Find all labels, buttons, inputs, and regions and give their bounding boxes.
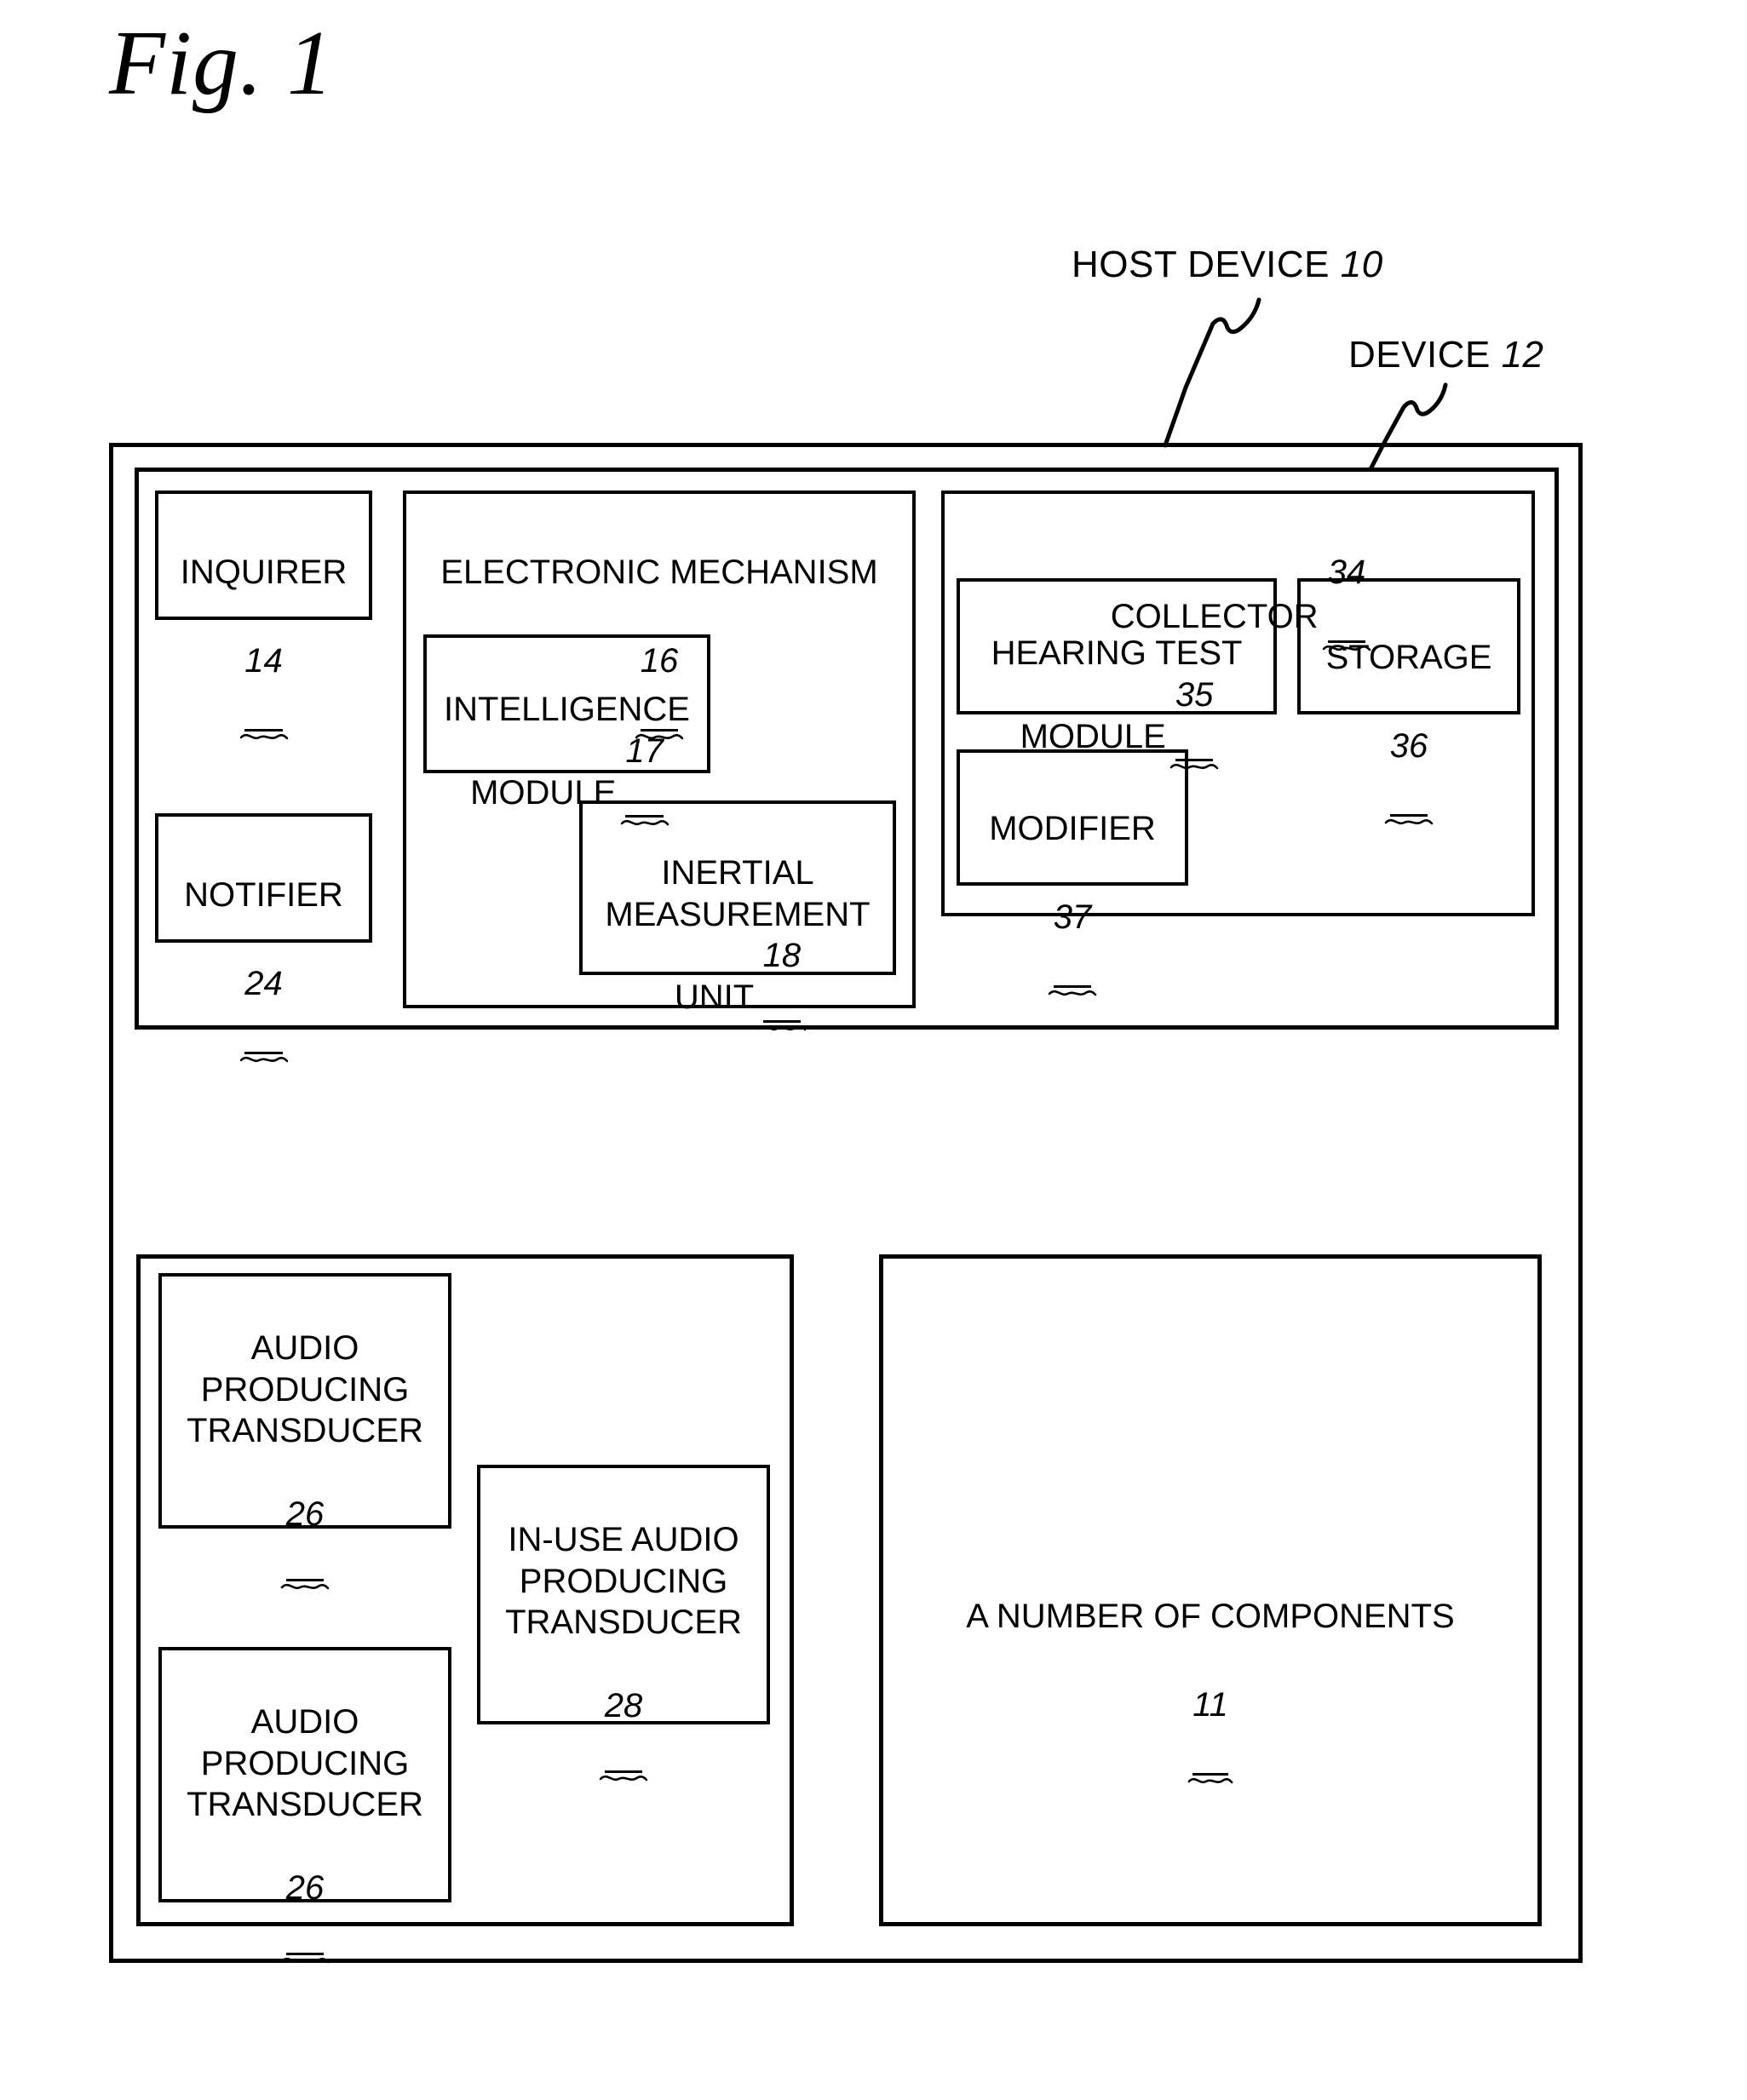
notifier-label-group: NOTIFIER 24 [155,829,372,1063]
inertial-measurement-unit-number: 18 [757,935,807,1031]
squiggle-icon [1187,1777,1233,1784]
squiggle-icon [1048,990,1097,996]
modifier-label-group: MODIFIER 37 [957,762,1188,996]
audio-transducer-top-label-group: AUDIO PRODUCING TRANSDUCER 26 [158,1286,451,1589]
audio-transducer-top-label: AUDIO PRODUCING TRANSDUCER [187,1328,423,1450]
lead-line-host-device [1163,297,1261,448]
intelligence-module-label-group: INTELLIGENCE MODULE 17 [423,647,710,826]
callout-device: DEVICE 12 [1348,334,1544,376]
squiggle-icon [599,1775,648,1781]
squiggle-icon [280,1583,330,1589]
audio-transducer-bottom-number: 26 [280,1868,330,1963]
storage-label-group: STORAGE 36 [1297,591,1520,825]
inertial-measurement-unit-label: INERTIAL MEASUREMENT UNIT [605,853,871,1017]
squiggle-icon [239,733,288,740]
figure-title: Fig. 1 [109,13,334,114]
inertial-measurement-unit-label-group: INERTIAL MEASUREMENT UNIT 18 [579,811,896,1031]
squiggle-icon [280,1957,330,1963]
audio-transducer-bottom-label: AUDIO PRODUCING TRANSDUCER [187,1702,423,1824]
callout-device-label: DEVICE [1348,334,1491,376]
hearing-test-module-label-group: HEARING TEST MODULE 35 [957,591,1277,770]
components-label-group: A NUMBER OF COMPONENTS 11 [879,1550,1542,1784]
inquirer-label-group: INQUIRER 14 [155,506,372,740]
modifier-number: 37 [1048,895,1097,996]
callout-device-number: 12 [1501,334,1544,376]
in-use-transducer-number: 28 [599,1685,648,1781]
patent-figure-page: Fig. 1 HOST DEVICE 10 DEVICE 12 INQUIRER… [0,0,1747,2100]
squiggle-icon [757,1024,807,1031]
storage-number: 36 [1384,724,1434,825]
inquirer-label: INQUIRER [180,554,348,591]
callout-host-device-label: HOST DEVICE [1072,244,1330,285]
modifier-label: MODIFIER [989,810,1156,847]
components-number: 11 [1187,1683,1233,1784]
components-label: A NUMBER OF COMPONENTS [966,1598,1455,1635]
in-use-transducer-label: IN-USE AUDIO PRODUCING TRANSDUCER [505,1520,742,1642]
inquirer-number: 14 [239,639,288,740]
squiggle-icon [1384,818,1434,825]
storage-label: STORAGE [1325,639,1492,676]
callout-host-device-number: 10 [1340,244,1383,285]
electronic-mechanism-label: ELECTRONIC MECHANISM [440,554,878,591]
squiggle-icon [239,1056,288,1063]
audio-transducer-top-number: 26 [280,1494,330,1589]
notifier-label: NOTIFIER [184,876,343,914]
callout-host-device: HOST DEVICE 10 [1072,244,1383,286]
in-use-transducer-label-group: IN-USE AUDIO PRODUCING TRANSDUCER 28 [477,1477,770,1781]
audio-transducer-bottom-label-group: AUDIO PRODUCING TRANSDUCER 26 [158,1660,451,1963]
hearing-test-module-number: 35 [1169,674,1219,770]
notifier-number: 24 [239,961,288,1063]
